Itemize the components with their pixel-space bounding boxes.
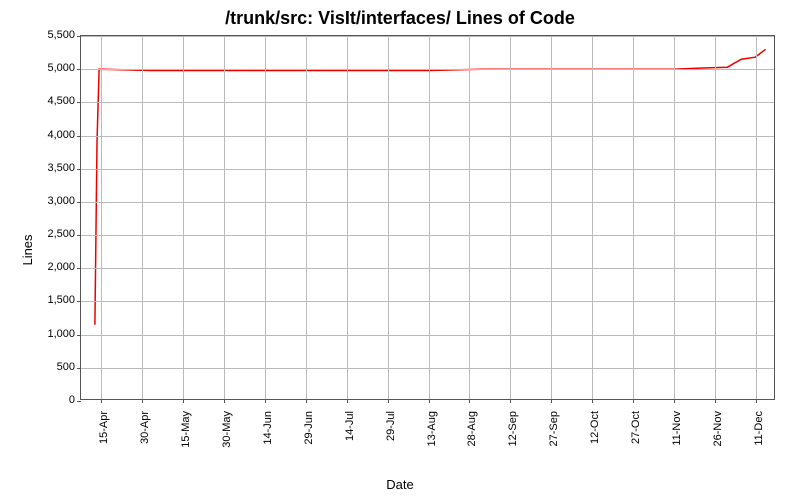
x-tick-label: 11-Nov [671,411,683,446]
y-tick-label: 1,500 [25,294,75,306]
y-tick [77,335,81,336]
y-tick [77,102,81,103]
x-tick [429,399,430,403]
gridline-v [347,36,348,399]
gridline-v [183,36,184,399]
x-tick [347,399,348,403]
gridline-v [142,36,143,399]
gridline-h [81,102,774,103]
x-tick-label: 13-Aug [426,411,438,446]
x-tick-label: 27-Oct [630,411,642,444]
y-tick-label: 5,000 [25,62,75,74]
gridline-v [388,36,389,399]
x-tick [551,399,552,403]
gridline-h [81,69,774,70]
x-tick [265,399,266,403]
x-tick [183,399,184,403]
x-tick-label: 27-Sep [548,411,560,446]
x-tick [633,399,634,403]
y-tick-label: 5,500 [25,29,75,41]
gridline-h [81,335,774,336]
x-tick [142,399,143,403]
x-axis-label: Date [0,477,800,492]
chart-title: /trunk/src: VisIt/interfaces/ Lines of C… [0,8,800,29]
x-tick [715,399,716,403]
y-tick [77,202,81,203]
y-tick [77,401,81,402]
plot-area [80,35,775,400]
x-tick-label: 28-Aug [466,411,478,446]
gridline-v [674,36,675,399]
gridline-v [224,36,225,399]
y-tick-label: 0 [25,394,75,406]
gridline-h [81,268,774,269]
x-tick-label: 30-May [221,411,233,448]
y-tick [77,69,81,70]
x-tick-label: 26-Nov [712,411,724,446]
gridline-v [633,36,634,399]
y-tick [77,169,81,170]
gridline-v [715,36,716,399]
gridline-v [265,36,266,399]
x-tick [592,399,593,403]
x-tick-label: 29-Jul [385,411,397,441]
y-tick-label: 3,500 [25,162,75,174]
gridline-v [469,36,470,399]
x-tick-label: 14-Jul [344,411,356,441]
x-tick [469,399,470,403]
y-tick-label: 2,500 [25,228,75,240]
gridline-v [551,36,552,399]
x-tick-label: 30-Apr [139,411,151,444]
y-tick-label: 4,500 [25,95,75,107]
x-tick [674,399,675,403]
gridline-v [101,36,102,399]
y-tick [77,235,81,236]
x-tick-label: 15-May [180,411,192,448]
gridline-h [81,368,774,369]
gridline-h [81,235,774,236]
x-tick-label: 12-Sep [507,411,519,446]
y-tick-label: 2,000 [25,261,75,273]
gridline-v [510,36,511,399]
x-tick-label: 15-Apr [98,411,110,444]
x-tick [101,399,102,403]
y-tick-label: 1,000 [25,328,75,340]
x-tick [388,399,389,403]
x-tick-label: 11-Dec [753,411,765,446]
y-tick-label: 500 [25,361,75,373]
y-tick-label: 3,000 [25,195,75,207]
gridline-v [306,36,307,399]
x-tick-label: 29-Jun [303,411,315,445]
gridline-h [81,169,774,170]
y-tick [77,368,81,369]
y-tick [77,136,81,137]
y-tick [77,36,81,37]
gridline-h [81,301,774,302]
x-tick [510,399,511,403]
x-tick [224,399,225,403]
gridline-h [81,136,774,137]
gridline-h [81,36,774,37]
gridline-h [81,202,774,203]
x-tick [306,399,307,403]
gridline-v [429,36,430,399]
y-tick [77,301,81,302]
chart-container: /trunk/src: VisIt/interfaces/ Lines of C… [0,0,800,500]
x-tick-label: 12-Oct [589,411,601,444]
x-tick-label: 14-Jun [262,411,274,445]
gridline-v [756,36,757,399]
gridline-v [592,36,593,399]
y-tick-label: 4,000 [25,129,75,141]
x-tick [756,399,757,403]
y-tick [77,268,81,269]
